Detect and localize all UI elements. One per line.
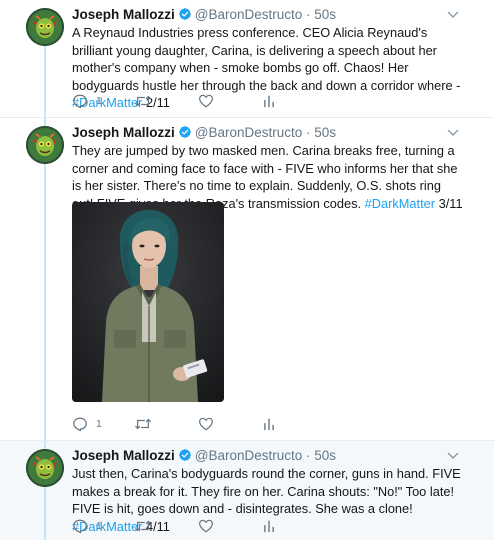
reply-icon [72, 93, 88, 109]
author-name[interactable]: Joseph Mallozzi [72, 125, 175, 140]
verified-badge-icon [178, 7, 192, 21]
analytics-icon [262, 417, 276, 431]
tweet-media-photo[interactable] [72, 202, 224, 402]
reply-icon [72, 518, 88, 534]
thread-line [44, 164, 46, 440]
thread-line [44, 46, 46, 117]
analytics-icon [262, 94, 276, 108]
retweet-icon [134, 416, 152, 432]
like-button[interactable] [198, 517, 214, 535]
separator-dot: · [302, 125, 315, 140]
author-handle[interactable]: @BaronDestructo [195, 7, 303, 22]
timestamp[interactable]: 50s [314, 7, 336, 22]
avatar[interactable] [26, 126, 64, 164]
analytics-icon [262, 519, 276, 533]
tweet-body: A Reynaud Industries press conference. C… [72, 25, 461, 93]
like-icon [198, 518, 214, 534]
avatar[interactable] [26, 8, 64, 46]
author-handle[interactable]: @BaronDestructo [195, 448, 303, 463]
separator-dot: · [302, 448, 315, 463]
reply-button[interactable]: 1 [72, 92, 102, 110]
tweet-actions: 1 [72, 517, 292, 535]
photo-image [72, 202, 224, 402]
analytics-button[interactable] [262, 415, 276, 433]
reply-button[interactable]: 1 [72, 517, 102, 535]
avatar[interactable] [26, 449, 64, 487]
like-button[interactable] [198, 92, 214, 110]
tweet-3-of-11[interactable]: Joseph Mallozzi @BaronDestructo · 50s The… [0, 118, 494, 440]
reply-count: 1 [96, 418, 102, 430]
retweet-button[interactable] [134, 92, 152, 110]
author-name[interactable]: Joseph Mallozzi [72, 448, 175, 463]
thread-line [44, 487, 46, 540]
caret-down-icon[interactable] [446, 449, 460, 463]
retweet-icon [134, 518, 152, 534]
like-button[interactable] [198, 415, 214, 433]
verified-badge-icon [178, 125, 192, 139]
tweet-4-of-11[interactable]: Joseph Mallozzi @BaronDestructo · 50s Jus… [0, 441, 494, 540]
caret-down-icon[interactable] [446, 126, 460, 140]
retweet-icon [134, 93, 152, 109]
tweet-header: Joseph Mallozzi @BaronDestructo · 50s [72, 6, 336, 24]
retweet-button[interactable] [134, 517, 152, 535]
analytics-button[interactable] [262, 92, 276, 110]
thread-counter: 3/11 [435, 195, 463, 211]
thread-line [44, 118, 46, 126]
reply-count: 1 [96, 95, 102, 107]
tweet-body: Just then, Carina's bodyguards round the… [72, 466, 461, 516]
like-icon [198, 93, 214, 109]
reply-count: 1 [96, 520, 102, 532]
tweet-header: Joseph Mallozzi @BaronDestructo · 50s [72, 124, 336, 142]
author-name[interactable]: Joseph Mallozzi [72, 7, 175, 22]
author-handle[interactable]: @BaronDestructo [195, 125, 303, 140]
caret-down-icon[interactable] [446, 8, 460, 22]
tweet-2-of-11[interactable]: Joseph Mallozzi @BaronDestructo · 50s A R… [0, 0, 494, 117]
tweet-header: Joseph Mallozzi @BaronDestructo · 50s [72, 447, 336, 465]
analytics-button[interactable] [262, 517, 276, 535]
retweet-button[interactable] [134, 415, 152, 433]
timestamp[interactable]: 50s [314, 125, 336, 140]
like-icon [198, 416, 214, 432]
timestamp[interactable]: 50s [314, 448, 336, 463]
tweet-actions: 1 [72, 92, 292, 110]
separator-dot: · [302, 7, 315, 22]
hashtag-link[interactable]: #DarkMatter [365, 196, 435, 211]
thread-line [44, 441, 46, 449]
verified-badge-icon [178, 448, 192, 462]
reply-button[interactable]: 1 [72, 415, 102, 433]
reply-icon [72, 416, 88, 432]
tweet-actions: 1 [72, 415, 292, 433]
